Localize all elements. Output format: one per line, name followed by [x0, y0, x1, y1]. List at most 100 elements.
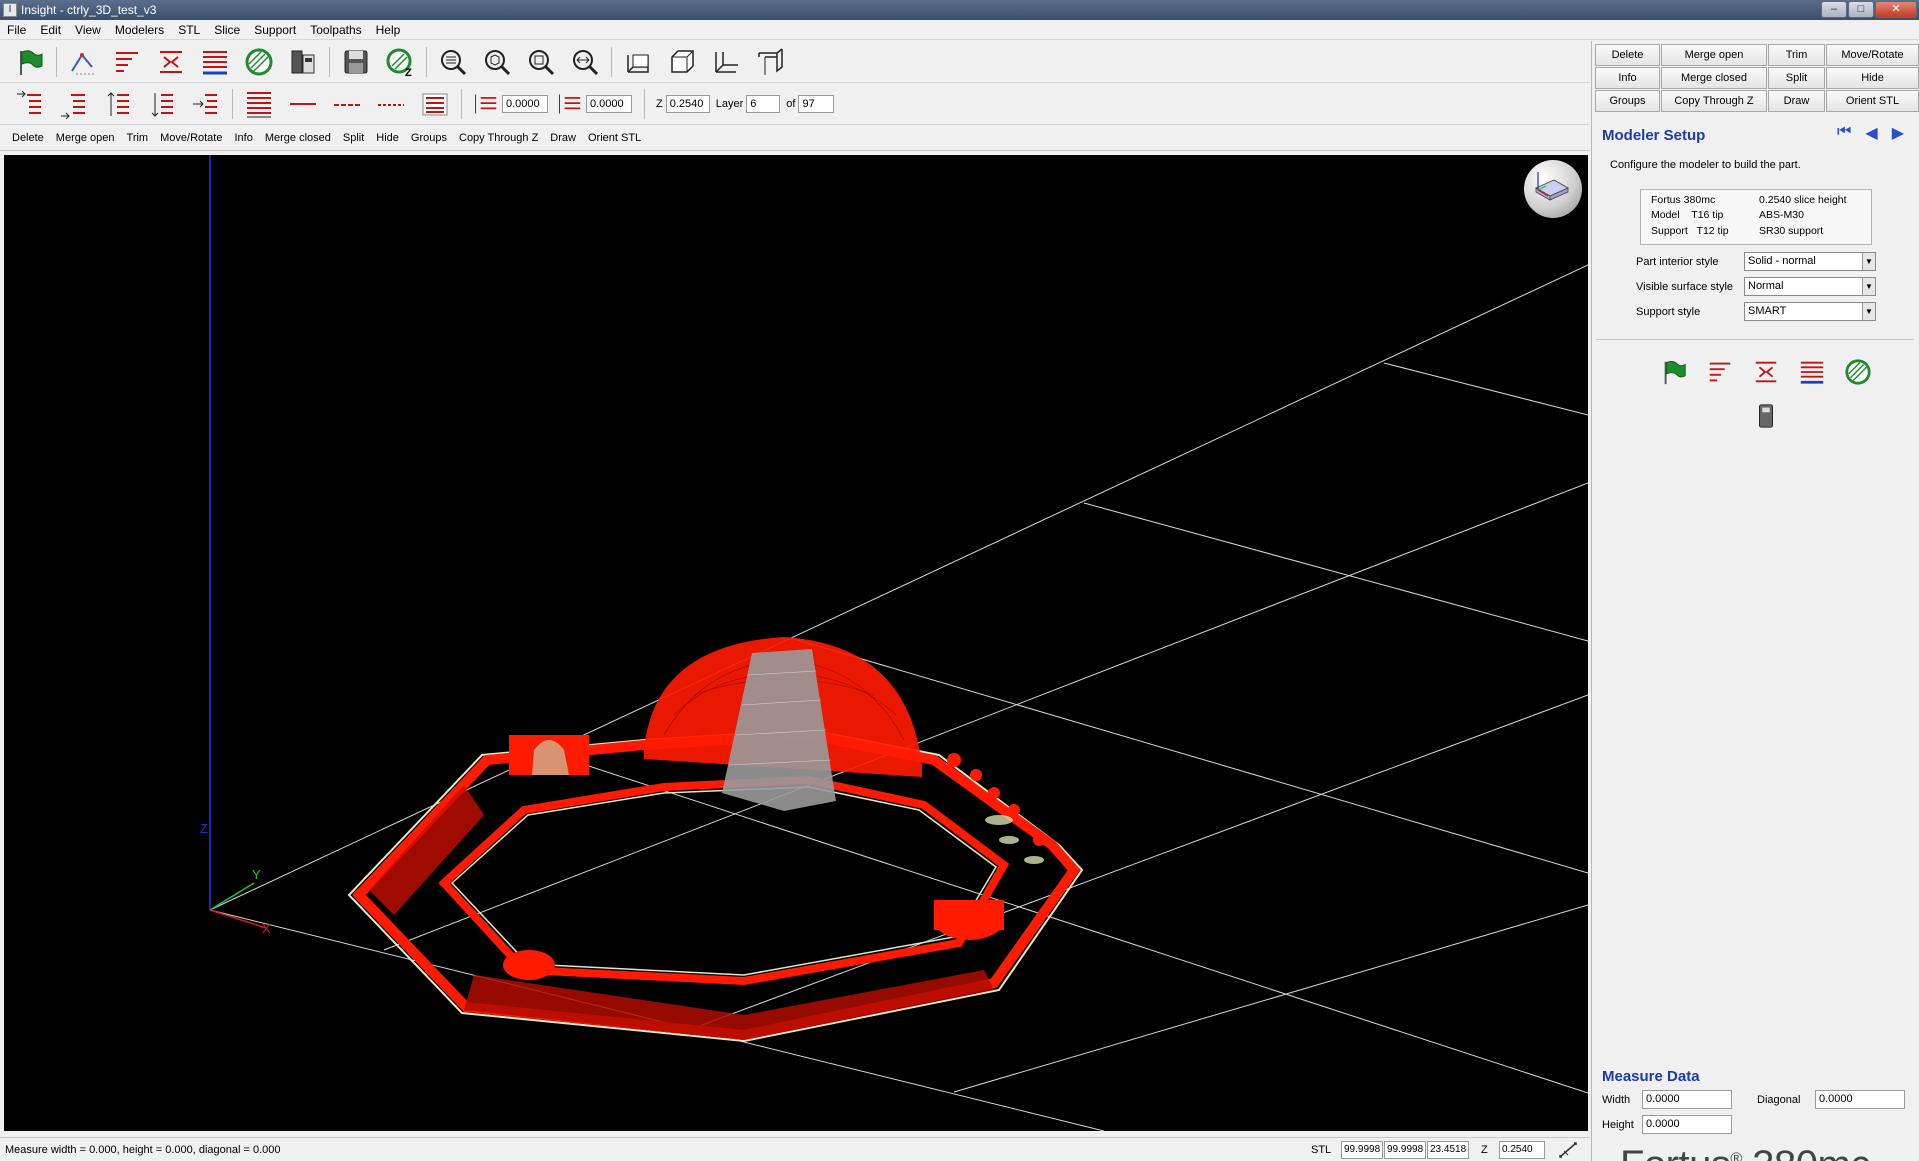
rp-info-button[interactable]: Info [1595, 67, 1660, 89]
edit-geometry-icon[interactable] [65, 44, 101, 80]
menu-modelers[interactable]: Modelers [108, 23, 171, 37]
device-icon[interactable] [285, 44, 321, 80]
minimize-button[interactable]: – [1821, 1, 1847, 18]
support-style-select[interactable]: SMART ▼ [1744, 302, 1876, 321]
side-view-icon[interactable] [708, 44, 744, 80]
menu-slice[interactable]: Slice [207, 23, 247, 37]
toolbar-separator [426, 46, 427, 77]
measure-tool-icon[interactable] [1558, 1141, 1578, 1159]
layer-toolbar: 0.0000 0.0000 Z 0.2540 Layer 6 of 97 [0, 83, 1590, 125]
zoom-fit-icon[interactable] [523, 44, 559, 80]
split-lines-icon[interactable] [1749, 355, 1783, 389]
rp-move-rotate-button[interactable]: Move/Rotate [1826, 44, 1919, 66]
cmd-split[interactable]: Split [337, 132, 370, 144]
hatch-circle-icon[interactable] [241, 44, 277, 80]
menu-support[interactable]: Support [247, 23, 303, 37]
rp-split-button[interactable]: Split [1768, 67, 1825, 89]
pan-icon[interactable] [567, 44, 603, 80]
rp-delete-button[interactable]: Delete [1595, 44, 1660, 66]
zoom-in-icon[interactable] [435, 44, 471, 80]
indent-icon[interactable] [188, 86, 224, 122]
cmd-merge-open[interactable]: Merge open [50, 132, 121, 144]
main-toolbar: Z [0, 41, 1590, 83]
rp-copy-through-z-button[interactable]: Copy Through Z [1661, 90, 1767, 112]
cmd-info[interactable]: Info [228, 132, 258, 144]
z-input[interactable]: 0.2540 [665, 94, 710, 113]
3d-viewport[interactable]: Z Y X [4, 155, 1588, 1131]
align-down-icon[interactable] [56, 86, 92, 122]
layers-icon[interactable] [1795, 355, 1829, 389]
maximize-button[interactable]: □ [1848, 1, 1874, 18]
rp-trim-button[interactable]: Trim [1768, 44, 1825, 66]
lines-icon[interactable] [109, 44, 145, 80]
align-right-icon[interactable] [12, 86, 48, 122]
brand-logo: Fortus® 380mc [1620, 1143, 1870, 1161]
flag-icon[interactable] [12, 44, 48, 80]
cmd-copy-through-z[interactable]: Copy Through Z [453, 132, 544, 144]
close-button[interactable]: ✕ [1875, 1, 1917, 18]
cmd-trim[interactable]: Trim [121, 132, 155, 144]
diagonal-field[interactable]: 0.0000 [1815, 1090, 1905, 1109]
zoom-box-icon[interactable] [479, 44, 515, 80]
menu-help[interactable]: Help [369, 23, 408, 37]
rp-hide-button[interactable]: Hide [1826, 67, 1919, 89]
part-interior-select[interactable]: Solid - normal ▼ [1744, 252, 1876, 271]
layer-input[interactable]: 6 [746, 94, 781, 113]
window-title: Insight - ctrly_3D_test_v3 [21, 3, 157, 17]
width-field[interactable]: 0.0000 [1642, 1090, 1732, 1109]
panel-divider [1596, 339, 1914, 340]
menu-file[interactable]: File [0, 23, 33, 37]
menu-edit[interactable]: Edit [33, 23, 68, 37]
part-interior-row: Part interior style Solid - normal ▼ [1636, 252, 1876, 271]
first-page-icon[interactable]: ⏮ [1837, 123, 1851, 143]
rp-orient-stl-button[interactable]: Orient STL [1826, 90, 1919, 112]
solid-line-icon[interactable] [285, 86, 321, 122]
menu-view[interactable]: View [68, 23, 108, 37]
chevron-down-icon: ▼ [1862, 253, 1875, 270]
iso-view-icon[interactable] [752, 44, 788, 80]
support-style-label: Support style [1636, 305, 1701, 318]
width-label: Width [1602, 1093, 1631, 1106]
rp-groups-button[interactable]: Groups [1595, 90, 1660, 112]
menu-stl[interactable]: STL [171, 23, 207, 37]
offset1-input[interactable]: 0.0000 [502, 94, 548, 113]
hatch-circle-icon[interactable] [1841, 355, 1875, 389]
offset2-input[interactable]: 0.0000 [586, 94, 632, 113]
next-icon[interactable]: ▶ [1892, 123, 1904, 143]
cmd-move-rotate[interactable]: Move/Rotate [154, 132, 228, 144]
height-field[interactable]: 0.0000 [1642, 1115, 1732, 1134]
top-view-icon[interactable] [664, 44, 700, 80]
cmd-draw[interactable]: Draw [544, 132, 582, 144]
layer-fill-icon[interactable] [241, 86, 277, 122]
hatch-z-icon[interactable]: Z [382, 44, 418, 80]
front-view-icon[interactable] [620, 44, 656, 80]
dashed-line-icon[interactable] [329, 86, 365, 122]
cmd-orient-stl[interactable]: Orient STL [582, 132, 647, 144]
dotted-line-icon[interactable] [373, 86, 409, 122]
rp-merge-closed-button[interactable]: Merge closed [1661, 67, 1767, 89]
raise-icon[interactable] [100, 86, 136, 122]
previous-icon[interactable]: ◀ [1865, 123, 1877, 143]
device-icon[interactable] [1749, 399, 1783, 433]
menu-toolpaths[interactable]: Toolpaths [303, 23, 368, 37]
cmd-hide[interactable]: Hide [370, 132, 405, 144]
model-label: Model [1651, 209, 1680, 222]
app-icon: I [3, 3, 17, 17]
list-icon[interactable] [417, 86, 453, 122]
layers-icon[interactable] [197, 44, 233, 80]
split-lines-icon[interactable] [153, 44, 189, 80]
save-icon[interactable] [338, 44, 374, 80]
lower-icon[interactable] [144, 86, 180, 122]
svg-text:Z: Z [405, 67, 412, 77]
cmd-delete[interactable]: Delete [6, 132, 50, 144]
lines-icon[interactable] [1703, 355, 1737, 389]
view-cube-icon[interactable] [1524, 160, 1582, 218]
flag-icon[interactable] [1657, 355, 1691, 389]
cmd-merge-closed[interactable]: Merge closed [259, 132, 337, 144]
visible-surface-select[interactable]: Normal ▼ [1744, 277, 1876, 296]
x-axis [209, 909, 267, 929]
modeler-tool-icons [1650, 355, 1882, 433]
cmd-groups[interactable]: Groups [405, 132, 453, 144]
rp-draw-button[interactable]: Draw [1768, 90, 1825, 112]
rp-merge-open-button[interactable]: Merge open [1661, 44, 1767, 66]
